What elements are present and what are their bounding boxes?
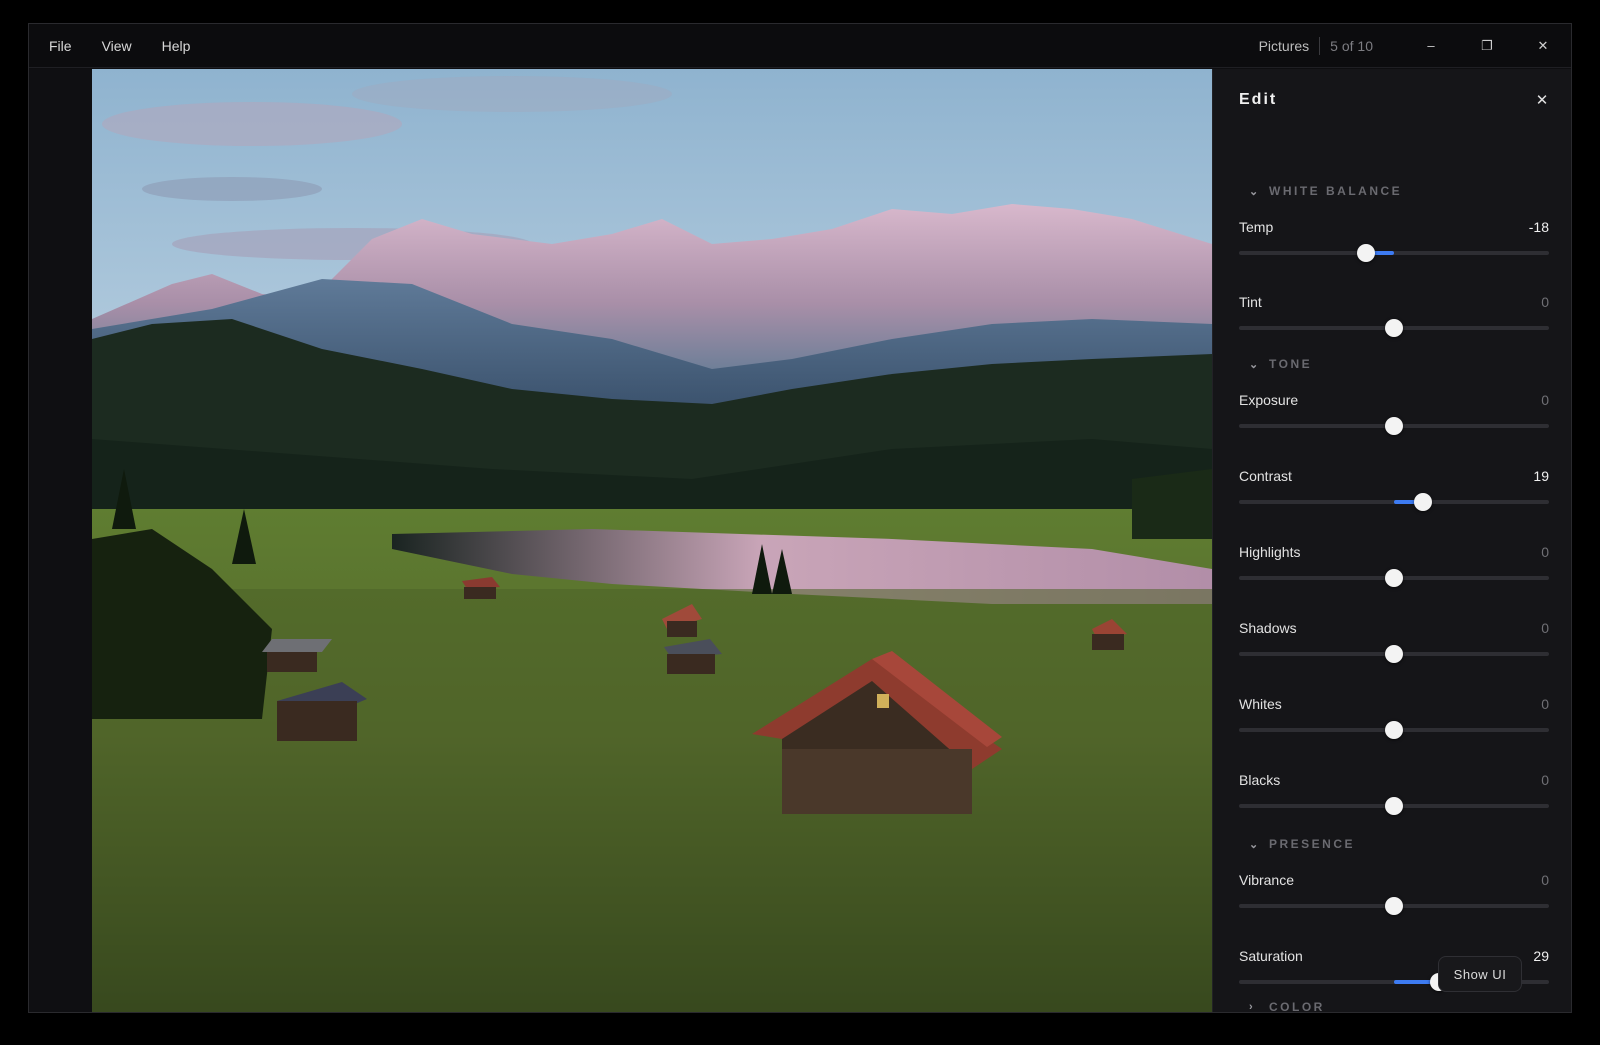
section-white-balance[interactable]: ⌄ WHITE BALANCE: [1249, 184, 1402, 198]
title-bar: File View Help Pictures 5 of 10 – ❐ ✕: [29, 24, 1571, 68]
slider-row-whites: Whites 0: [1239, 696, 1549, 756]
slider-label: Shadows: [1239, 620, 1297, 636]
slider-row-contrast: Contrast 19: [1239, 468, 1549, 528]
blacks-slider[interactable]: [1239, 797, 1549, 815]
slider-thumb[interactable]: [1385, 797, 1403, 815]
edit-panel-header: Edit ✕: [1213, 69, 1571, 129]
section-color[interactable]: › COLOR: [1249, 1000, 1325, 1013]
slider-value: 0: [1541, 294, 1549, 310]
slider-thumb[interactable]: [1414, 493, 1433, 511]
highlights-slider[interactable]: [1239, 569, 1549, 587]
show-ui-button[interactable]: Show UI: [1438, 956, 1522, 992]
section-presence[interactable]: ⌄ PRESENCE: [1249, 837, 1355, 851]
slider-label: Contrast: [1239, 468, 1292, 484]
slider-value: 29: [1533, 948, 1549, 964]
slider-row-highlights: Highlights 0: [1239, 544, 1549, 604]
tint-slider[interactable]: [1239, 319, 1549, 337]
slider-value: 0: [1541, 544, 1549, 560]
app-window: File View Help Pictures 5 of 10 – ❐ ✕ Ed…: [28, 23, 1572, 1013]
title-right: Pictures 5 of 10 – ❐ ✕: [1259, 24, 1571, 67]
edit-panel-title: Edit: [1239, 91, 1278, 108]
vibrance-slider[interactable]: [1239, 897, 1549, 915]
slider-value: 0: [1541, 620, 1549, 636]
menu-bar: File View Help: [49, 38, 220, 54]
slider-value: 0: [1541, 392, 1549, 408]
slider-label: Saturation: [1239, 948, 1303, 964]
chevron-down-icon: ⌄: [1249, 358, 1261, 371]
edit-panel: Edit ✕ ⌄ WHITE BALANCE Temp -18 Tint 0 ⌄…: [1212, 69, 1571, 1013]
slider-value: -18: [1528, 219, 1549, 235]
slider-value: 0: [1541, 772, 1549, 788]
slider-value: 0: [1541, 872, 1549, 888]
slider-label: Vibrance: [1239, 872, 1295, 888]
section-title: TONE: [1269, 357, 1313, 371]
exposure-slider[interactable]: [1239, 417, 1549, 435]
chevron-down-icon: ⌄: [1249, 185, 1261, 198]
close-window-button[interactable]: ✕: [1515, 24, 1571, 68]
menu-file[interactable]: File: [49, 38, 72, 54]
slider-label: Blacks: [1239, 772, 1281, 788]
slider-value: 0: [1541, 696, 1549, 712]
section-title: PRESENCE: [1269, 837, 1356, 851]
close-icon: ✕: [1537, 37, 1549, 53]
whites-slider[interactable]: [1239, 721, 1549, 739]
photo-landscape[interactable]: [92, 69, 1212, 1012]
landscape-image: [92, 69, 1212, 1012]
image-counter: 5 of 10: [1330, 37, 1373, 54]
slider-row-temp: Temp -18: [1239, 219, 1549, 279]
app-name: Pictures: [1258, 37, 1310, 54]
shadows-slider[interactable]: [1239, 645, 1549, 663]
section-tone[interactable]: ⌄ TONE: [1249, 357, 1312, 371]
slider-row-vibrance: Vibrance 0: [1239, 872, 1549, 932]
slider-thumb[interactable]: [1385, 569, 1403, 587]
slider-row-blacks: Blacks 0: [1239, 772, 1549, 832]
slider-label: Exposure: [1239, 392, 1299, 408]
maximize-icon: ❐: [1481, 37, 1493, 53]
slider-label: Whites: [1239, 696, 1282, 712]
slider-thumb[interactable]: [1385, 645, 1403, 663]
menu-view[interactable]: View: [102, 38, 132, 54]
minimize-icon: –: [1427, 38, 1435, 53]
maximize-button[interactable]: ❐: [1459, 24, 1515, 68]
chevron-right-icon: ›: [1249, 1001, 1256, 1013]
slider-label: Tint: [1239, 294, 1262, 310]
slider-label: Highlights: [1239, 544, 1301, 560]
slider-row-exposure: Exposure 0: [1239, 392, 1549, 452]
edit-panel-close-button[interactable]: ✕: [1531, 89, 1553, 111]
chevron-down-icon: ⌄: [1249, 838, 1261, 851]
slider-row-tint: Tint 0: [1239, 294, 1549, 354]
slider-thumb[interactable]: [1357, 244, 1376, 262]
slider-thumb[interactable]: [1385, 319, 1403, 337]
section-title: WHITE BALANCE: [1269, 184, 1403, 198]
image-viewer: [29, 69, 1212, 1012]
section-title: COLOR: [1269, 1000, 1325, 1013]
slider-value: 19: [1533, 468, 1549, 484]
slider-thumb[interactable]: [1385, 417, 1403, 435]
slider-thumb[interactable]: [1385, 721, 1403, 739]
slider-thumb[interactable]: [1385, 897, 1403, 915]
contrast-slider[interactable]: [1239, 493, 1549, 511]
close-icon: ✕: [1535, 92, 1549, 109]
show-ui-label: Show UI: [1453, 966, 1507, 982]
slider-row-shadows: Shadows 0: [1239, 620, 1549, 680]
minimize-button[interactable]: –: [1403, 24, 1459, 68]
temp-slider[interactable]: [1239, 244, 1549, 262]
menu-help[interactable]: Help: [162, 38, 191, 54]
slider-label: Temp: [1239, 219, 1274, 235]
